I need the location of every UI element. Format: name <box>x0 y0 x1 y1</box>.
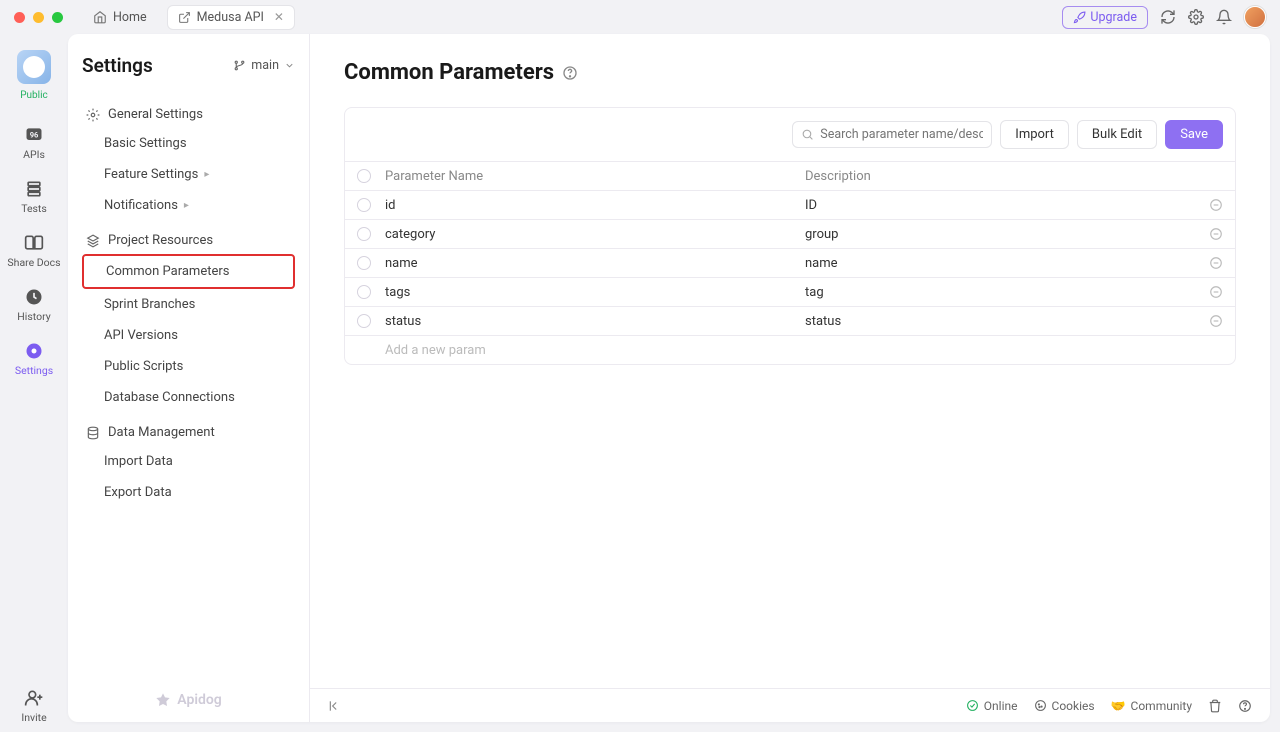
sidebar-item-public-scripts[interactable]: Public Scripts <box>82 351 295 382</box>
select-all-checkbox[interactable] <box>357 169 371 183</box>
upgrade-label: Upgrade <box>1090 10 1137 25</box>
handshake-icon: 🤝 <box>1111 699 1126 713</box>
sidebar-item-api-versions[interactable]: API Versions <box>82 320 295 351</box>
trash-icon[interactable] <box>1208 699 1222 713</box>
sidebar-item-common-parameters[interactable]: Common Parameters <box>82 254 295 289</box>
help-circle-icon[interactable] <box>1238 699 1252 713</box>
rail-item-share-docs[interactable]: Share Docs <box>0 225 68 277</box>
param-desc: group <box>805 227 1199 242</box>
add-param-row[interactable]: Add a new param <box>345 335 1235 364</box>
rail-item-tests[interactable]: Tests <box>0 171 68 223</box>
rocket-icon <box>1073 11 1086 24</box>
tests-icon <box>24 179 44 199</box>
invite-icon <box>24 688 44 708</box>
settings-title: Settings <box>82 54 153 77</box>
param-name: status <box>385 314 805 329</box>
remove-row-icon[interactable] <box>1199 314 1223 328</box>
settings-icon <box>24 341 44 361</box>
check-circle-icon <box>966 699 979 712</box>
row-checkbox[interactable] <box>357 314 371 328</box>
refresh-icon[interactable] <box>1160 9 1176 25</box>
tab-api-label: Medusa API <box>197 10 264 25</box>
row-checkbox[interactable] <box>357 198 371 212</box>
branch-selector[interactable]: main <box>233 58 295 73</box>
chevron-down-icon <box>284 60 295 71</box>
section-data-management: Data Management <box>82 419 295 446</box>
rail-item-apis[interactable]: 96 APIs <box>0 117 68 169</box>
collapse-sidebar-icon[interactable] <box>328 699 342 713</box>
sidebar-item-basic-settings[interactable]: Basic Settings <box>82 128 295 159</box>
home-icon <box>93 10 107 24</box>
database-icon <box>86 426 100 440</box>
table-row[interactable]: namename <box>345 248 1235 277</box>
status-cookies[interactable]: Cookies <box>1034 699 1095 713</box>
save-button[interactable]: Save <box>1165 120 1223 149</box>
sidebar-item-database-connections[interactable]: Database Connections <box>82 382 295 413</box>
col-header-name: Parameter Name <box>385 169 805 184</box>
sidebar-item-notifications[interactable]: Notifications▸ <box>82 190 295 221</box>
upgrade-button[interactable]: Upgrade <box>1062 6 1148 29</box>
rail-item-settings[interactable]: Settings <box>0 333 68 385</box>
gear-icon <box>86 108 100 122</box>
chevron-right-icon: ▸ <box>184 200 189 211</box>
param-name: tags <box>385 285 805 300</box>
project-logo[interactable] <box>17 50 51 84</box>
apidog-logo: Apidog <box>82 680 295 712</box>
param-name: id <box>385 198 805 213</box>
remove-row-icon[interactable] <box>1199 256 1223 270</box>
cookie-icon <box>1034 699 1047 712</box>
external-link-icon <box>178 11 191 24</box>
close-icon[interactable]: ✕ <box>274 10 284 24</box>
layers-icon <box>86 234 100 248</box>
rail-item-history[interactable]: History <box>0 279 68 331</box>
search-icon <box>801 128 814 141</box>
import-button[interactable]: Import <box>1000 120 1069 149</box>
tab-home-label: Home <box>113 10 147 25</box>
tab-home[interactable]: Home <box>83 6 157 29</box>
param-name: name <box>385 256 805 271</box>
table-row[interactable]: statusstatus <box>345 306 1235 335</box>
tab-medusa-api[interactable]: Medusa API ✕ <box>167 5 295 30</box>
apis-icon: 96 <box>24 125 44 145</box>
sidebar-item-export-data[interactable]: Export Data <box>82 477 295 508</box>
remove-row-icon[interactable] <box>1199 227 1223 241</box>
remove-row-icon[interactable] <box>1199 285 1223 299</box>
book-icon <box>24 233 44 253</box>
project-visibility: Public <box>20 90 48 101</box>
window-controls[interactable] <box>14 12 63 23</box>
clock-icon <box>24 287 44 307</box>
table-row[interactable]: tagstag <box>345 277 1235 306</box>
row-checkbox[interactable] <box>357 227 371 241</box>
section-project-resources: Project Resources <box>82 227 295 254</box>
help-icon[interactable] <box>562 65 578 81</box>
row-checkbox[interactable] <box>357 256 371 270</box>
section-general-settings: General Settings <box>82 101 295 128</box>
svg-text:96: 96 <box>30 131 39 140</box>
sidebar-item-feature-settings[interactable]: Feature Settings▸ <box>82 159 295 190</box>
rail-item-invite[interactable]: Invite <box>0 680 68 732</box>
gear-icon[interactable] <box>1188 9 1204 25</box>
search-input[interactable] <box>792 121 992 148</box>
status-community[interactable]: 🤝 Community <box>1111 699 1192 713</box>
col-header-desc: Description <box>805 169 1199 184</box>
avatar[interactable] <box>1244 6 1266 28</box>
param-desc: ID <box>805 198 1199 213</box>
status-online[interactable]: Online <box>966 699 1018 713</box>
param-desc: name <box>805 256 1199 271</box>
sidebar-item-import-data[interactable]: Import Data <box>82 446 295 477</box>
param-desc: status <box>805 314 1199 329</box>
sidebar-item-sprint-branches[interactable]: Sprint Branches <box>82 289 295 320</box>
param-desc: tag <box>805 285 1199 300</box>
bulk-edit-button[interactable]: Bulk Edit <box>1077 120 1157 149</box>
chevron-right-icon: ▸ <box>204 169 209 180</box>
table-row[interactable]: idID <box>345 190 1235 219</box>
page-title: Common Parameters <box>344 60 554 85</box>
branch-icon <box>233 59 246 72</box>
row-checkbox[interactable] <box>357 285 371 299</box>
table-row[interactable]: categorygroup <box>345 219 1235 248</box>
remove-row-icon[interactable] <box>1199 198 1223 212</box>
bell-icon[interactable] <box>1216 9 1232 25</box>
param-name: category <box>385 227 805 242</box>
